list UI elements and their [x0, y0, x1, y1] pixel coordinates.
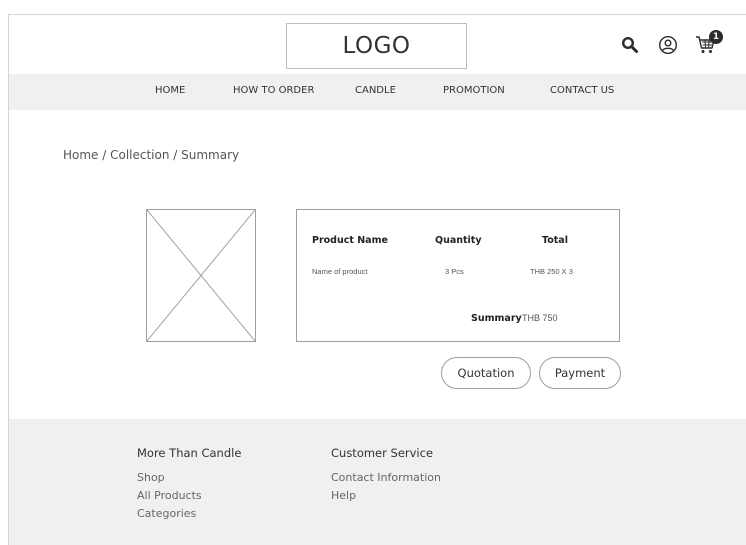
nav-item-contact-us[interactable]: CONTACT US: [550, 85, 614, 96]
cell-total: THB 250 X 3: [530, 267, 573, 276]
logo[interactable]: LOGO: [286, 23, 467, 69]
summary-value: THB 750: [522, 313, 558, 323]
cart-count-badge: 1: [709, 30, 723, 44]
nav-item-how-to-order[interactable]: HOW TO ORDER: [233, 85, 314, 96]
footer: More Than Candle Shop All Products Categ…: [9, 419, 746, 545]
nav-item-promotion[interactable]: PROMOTION: [443, 85, 505, 96]
nav-item-candle[interactable]: CANDLE: [355, 85, 396, 96]
payment-button[interactable]: Payment: [539, 357, 621, 389]
col-header-total: Total: [542, 235, 568, 246]
footer-link-all-products[interactable]: All Products: [137, 489, 202, 502]
footer-heading-customer-service: Customer Service: [331, 446, 434, 460]
footer-link-help[interactable]: Help: [331, 489, 356, 502]
footer-link-contact-information[interactable]: Contact Information: [331, 471, 441, 484]
breadcrumb[interactable]: Home / Collection / Summary: [63, 148, 239, 162]
cell-quantity: 3 Pcs: [445, 267, 464, 276]
main-nav: HOME HOW TO ORDER CANDLE PROMOTION CONTA…: [9, 74, 746, 110]
footer-link-shop[interactable]: Shop: [137, 471, 165, 484]
col-header-product: Product Name: [312, 235, 388, 246]
quotation-button[interactable]: Quotation: [441, 357, 531, 389]
col-header-quantity: Quantity: [435, 235, 482, 246]
nav-item-home[interactable]: HOME: [155, 85, 185, 96]
footer-heading-more-than-candle: More Than Candle: [137, 446, 242, 460]
footer-link-categories[interactable]: Categories: [137, 507, 196, 520]
logo-text: LOGO: [342, 33, 411, 59]
summary-label: Summary: [471, 313, 522, 324]
cell-product-name: Name of product: [312, 267, 368, 276]
user-icon[interactable]: [657, 34, 679, 56]
order-summary-card: Product Name Quantity Total Name of prod…: [296, 209, 620, 342]
cart-icon[interactable]: 1: [695, 30, 723, 56]
search-icon[interactable]: [619, 34, 641, 56]
product-image-placeholder: [146, 209, 256, 342]
